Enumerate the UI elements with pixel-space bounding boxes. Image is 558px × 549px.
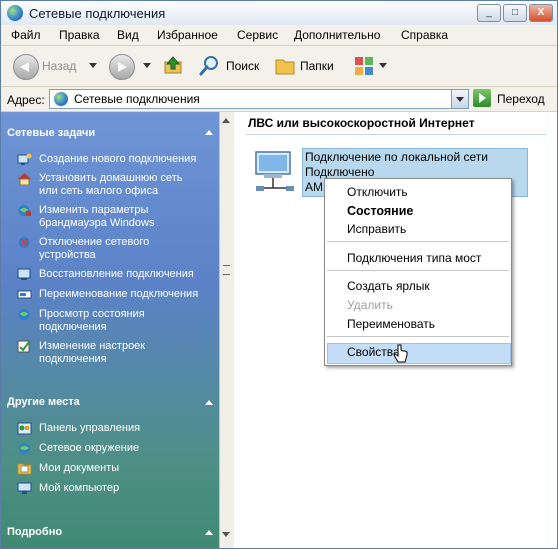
group-heading: ЛВС или высокоскоростной Интернет <box>248 116 475 130</box>
menu-item-bridge[interactable]: Подключения типа мост <box>347 251 481 265</box>
forward-arrow-icon[interactable] <box>109 54 135 80</box>
address-label: Адрес: <box>7 93 45 107</box>
task-label[interactable]: Установить домашнюю сеть или сеть малого… <box>39 172 203 198</box>
rename-icon <box>17 290 32 299</box>
collapse-chevron-icon[interactable] <box>205 130 213 135</box>
group-divider <box>246 134 546 135</box>
place-label[interactable]: Сетевое окружение <box>39 442 203 455</box>
place-label[interactable]: Мой компьютер <box>39 482 203 495</box>
collapse-chevron-icon[interactable] <box>205 400 213 405</box>
task-label[interactable]: Изменить параметры брандмауэра Windows <box>39 204 203 230</box>
pane-splitter[interactable] <box>219 112 235 548</box>
connection-name[interactable]: Подключение по локальной сети <box>305 150 525 165</box>
menu-separator <box>327 241 509 242</box>
splitter-grip-icon[interactable] <box>223 265 230 275</box>
new-connection-icon <box>17 153 32 165</box>
menu-item-status[interactable]: Состояние <box>347 204 413 218</box>
task-label[interactable]: Переименование подключения <box>39 288 203 301</box>
menu-edit[interactable]: Правка <box>59 28 100 42</box>
menu-item-properties[interactable]: Свойства <box>347 345 400 359</box>
address-bar: Адрес: Сетевые подключения Переход <box>1 87 557 112</box>
go-button-label[interactable]: Переход <box>497 92 545 106</box>
menu-favorites[interactable]: Избранное <box>157 28 218 42</box>
task-label[interactable]: Восстановление подключения <box>39 268 203 281</box>
task-label[interactable]: Отключение сетевого устройства <box>39 236 203 262</box>
forward-dropdown-icon[interactable] <box>143 63 151 68</box>
network-tasks-header[interactable]: Сетевые задачи <box>7 127 95 139</box>
place-label[interactable]: Панель управления <box>39 422 203 435</box>
menu-separator <box>327 336 509 337</box>
menu-separator <box>327 270 509 271</box>
menu-view[interactable]: Вид <box>117 28 139 42</box>
back-dropdown-icon[interactable] <box>89 63 97 68</box>
back-button-label[interactable]: Назад <box>42 59 76 73</box>
folders-icon[interactable] <box>274 56 296 76</box>
close-button[interactable]: X <box>529 4 553 22</box>
menu-item-rename[interactable]: Переименовать <box>347 317 435 331</box>
place-label[interactable]: Мои документы <box>39 462 203 475</box>
menu-help[interactable]: Справка <box>401 28 448 42</box>
scroll-down-icon[interactable] <box>222 532 230 537</box>
collapse-chevron-icon[interactable] <box>205 530 213 535</box>
address-value[interactable]: Сетевые подключения <box>74 92 200 106</box>
menu-item-disable[interactable]: Отключить <box>347 185 408 199</box>
my-documents-icon <box>17 463 32 475</box>
network-connections-icon <box>7 5 23 21</box>
my-computer-icon <box>17 482 32 494</box>
folders-button-label[interactable]: Папки <box>300 59 334 73</box>
title-bar[interactable]: Сетевые подключения _ □ X <box>1 1 557 26</box>
task-pane: Сетевые задачи Создание нового подключен… <box>1 112 219 548</box>
task-label[interactable]: Изменение настроек подключения <box>39 340 203 366</box>
minimize-button[interactable]: _ <box>477 4 501 22</box>
details-header[interactable]: Подробно <box>7 526 62 538</box>
search-button-label[interactable]: Поиск <box>226 59 259 73</box>
toolbar: Назад Поиск Папки <box>1 46 557 87</box>
repair-icon <box>17 268 31 280</box>
menu-advanced[interactable]: Дополнительно <box>294 28 380 42</box>
home-network-icon <box>18 173 31 185</box>
menu-item-delete[interactable]: Удалить <box>347 298 393 312</box>
back-arrow-icon[interactable] <box>13 54 39 80</box>
menu-tools[interactable]: Сервис <box>237 28 278 42</box>
address-field[interactable]: Сетевые подключения <box>49 89 469 109</box>
other-places-header[interactable]: Другие места <box>7 396 80 408</box>
context-menu: Отключить Состояние Исправить Подключени… <box>324 178 512 366</box>
mouse-cursor-icon <box>394 344 408 363</box>
menu-item-repair[interactable]: Исправить <box>347 222 406 236</box>
lan-connection-icon[interactable] <box>250 146 302 194</box>
go-arrow-icon[interactable] <box>473 89 491 107</box>
views-icon[interactable] <box>353 55 375 77</box>
menu-file[interactable]: Файл <box>11 28 41 42</box>
scroll-up-icon[interactable] <box>222 118 230 123</box>
control-panel-icon <box>17 422 32 435</box>
task-label[interactable]: Создание нового подключения <box>39 153 203 166</box>
disable-device-icon <box>18 237 30 248</box>
firewall-icon <box>18 205 31 216</box>
explorer-window: Сетевые подключения _ □ X Файл Правка Ви… <box>0 0 558 549</box>
network-places-icon <box>19 443 30 454</box>
menu-item-create-shortcut[interactable]: Создать ярлык <box>347 279 430 293</box>
window-title: Сетевые подключения <box>29 6 166 21</box>
views-dropdown-icon[interactable] <box>379 63 387 68</box>
maximize-button[interactable]: □ <box>503 4 527 22</box>
up-folder-icon[interactable] <box>163 55 183 75</box>
task-label[interactable]: Просмотр состояния подключения <box>39 308 203 334</box>
menu-bar: Файл Правка Вид Избранное Сервис Дополни… <box>1 25 557 46</box>
status-icon <box>18 309 30 320</box>
search-icon[interactable] <box>198 55 220 77</box>
network-connections-icon <box>54 92 68 106</box>
settings-icon <box>17 340 30 353</box>
address-dropdown-icon[interactable] <box>451 90 468 108</box>
